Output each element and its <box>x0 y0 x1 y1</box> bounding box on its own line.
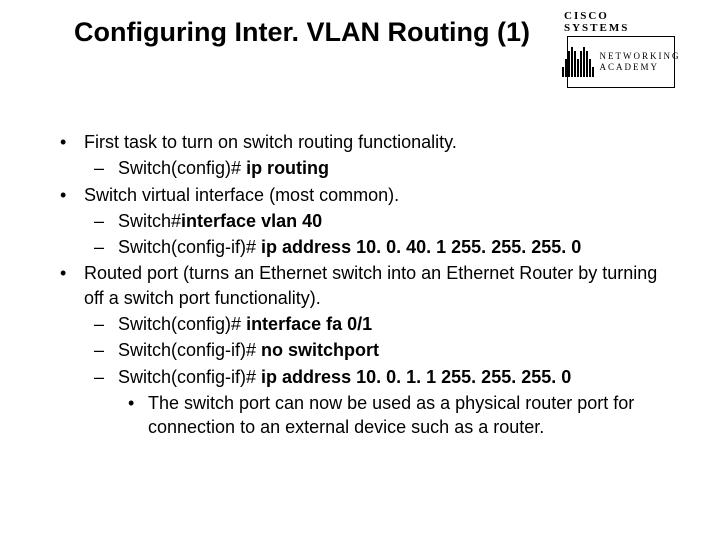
bullet-2-sub2-cmd: ip address 10. 0. 40. 1 255. 255. 255. 0 <box>261 237 581 257</box>
content-area: First task to turn on switch routing fun… <box>50 130 680 442</box>
bullet-3: Routed port (turns an Ethernet switch in… <box>50 261 680 439</box>
bullet-3-sub1-cmd: interface fa 0/1 <box>246 314 372 334</box>
slide: Configuring Inter. VLAN Routing (1) CISC… <box>0 0 720 540</box>
bullet-3-sub3-cmd: ip address 10. 0. 1. 1 255. 255. 255. 0 <box>261 367 571 387</box>
logo-line1: NETWORKING <box>600 51 681 62</box>
bullet-3-sub2-pre: Switch(config-if)# <box>118 340 261 360</box>
bullet-2-sub2: Switch(config-if)# ip address 10. 0. 40.… <box>84 235 680 259</box>
bullet-3-sub2-cmd: no switchport <box>261 340 379 360</box>
bullet-3-sub1-pre: Switch(config)# <box>118 314 246 334</box>
logo-line2: ACADEMY <box>600 62 681 73</box>
bullet-3-sub2: Switch(config-if)# no switchport <box>84 338 680 362</box>
bullet-2-text: Switch virtual interface (most common). <box>84 185 399 205</box>
bullet-1: First task to turn on switch routing fun… <box>50 130 680 181</box>
cisco-logo: CISCO SYSTEMS NETWORKING ACADEMY <box>564 10 680 88</box>
bullet-1-text: First task to turn on switch routing fun… <box>84 132 457 152</box>
title-area: Configuring Inter. VLAN Routing (1) CISC… <box>40 10 680 100</box>
slide-title: Configuring Inter. VLAN Routing (1) <box>40 10 564 50</box>
bullet-3-sub3-pre: Switch(config-if)# <box>118 367 261 387</box>
bullet-3-sub3: Switch(config-if)# ip address 10. 0. 1. … <box>84 365 680 440</box>
logo-side-text: NETWORKING ACADEMY <box>600 51 681 73</box>
bullet-1-sub1-cmd: ip routing <box>246 158 329 178</box>
logo-box: NETWORKING ACADEMY <box>567 36 675 88</box>
bullet-2-sub1: Switch#interface vlan 40 <box>84 209 680 233</box>
logo-top-text: CISCO SYSTEMS <box>564 10 678 34</box>
bullet-3-text: Routed port (turns an Ethernet switch in… <box>84 263 657 307</box>
bullet-2-sub2-pre: Switch(config-if)# <box>118 237 261 257</box>
bullet-2-sub1-cmd: interface vlan 40 <box>181 211 322 231</box>
bullet-1-sub1: Switch(config)# ip routing <box>84 156 680 180</box>
bullet-3-note: The switch port can now be used as a phy… <box>118 391 680 440</box>
bullet-2: Switch virtual interface (most common). … <box>50 183 680 260</box>
cisco-bridge-icon <box>562 47 594 77</box>
bullet-2-sub1-pre: Switch# <box>118 211 181 231</box>
bullet-1-sub1-pre: Switch(config)# <box>118 158 246 178</box>
bullet-3-sub1: Switch(config)# interface fa 0/1 <box>84 312 680 336</box>
